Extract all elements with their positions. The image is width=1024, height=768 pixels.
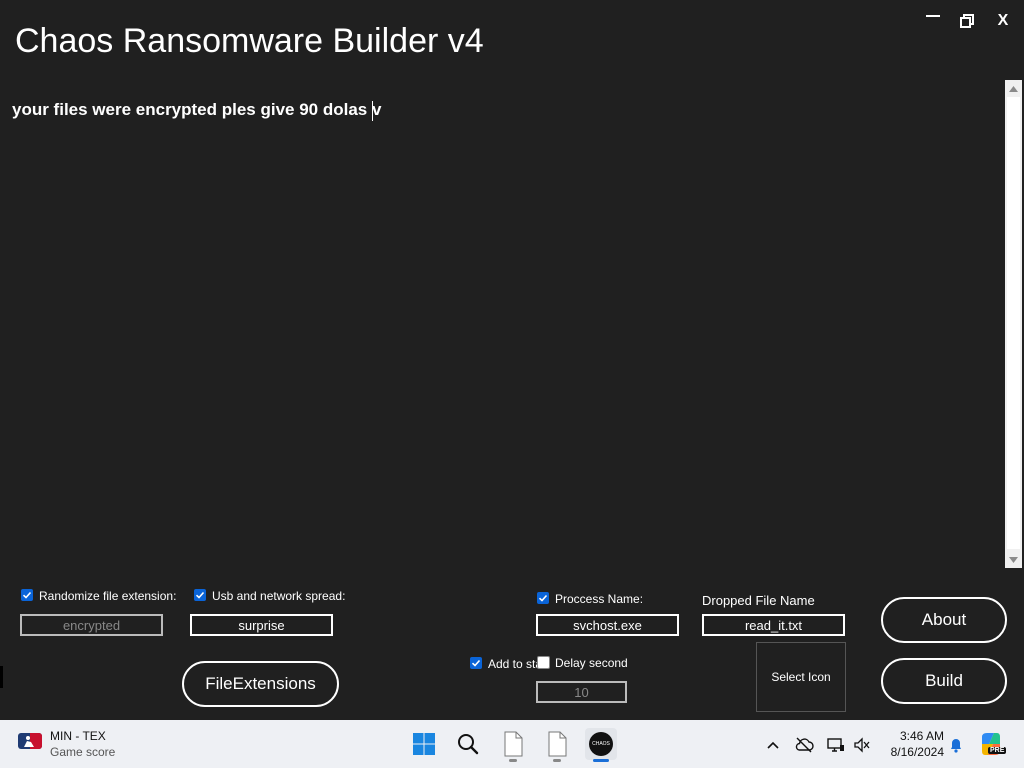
minimize-icon <box>926 15 940 17</box>
clock-time[interactable]: 3:46 AM <box>882 729 944 743</box>
delay-input[interactable]: 10 <box>536 681 627 703</box>
process-name-input[interactable]: svchost.exe <box>536 614 679 636</box>
process-name-checkbox[interactable] <box>537 592 549 604</box>
scroll-down-arrow-icon[interactable] <box>1005 551 1022 568</box>
checkmark-icon <box>22 591 32 599</box>
chevron-up-icon[interactable] <box>763 736 783 754</box>
delay-checkbox[interactable] <box>537 656 550 669</box>
ransom-note-textarea[interactable] <box>0 80 1004 568</box>
minimize-button[interactable] <box>918 8 948 34</box>
add-to-startup-checkbox[interactable] <box>470 657 482 669</box>
widget-subtitle: Game score <box>50 745 116 759</box>
scroll-up-arrow-icon[interactable] <box>1005 80 1022 97</box>
file-icon[interactable] <box>497 728 529 760</box>
select-icon-button[interactable]: Select Icon <box>756 642 846 712</box>
add-to-startup-label: Add to sta <box>488 657 543 671</box>
running-indicator <box>553 759 561 762</box>
restore-button[interactable] <box>952 8 982 34</box>
about-button[interactable]: About <box>881 597 1007 643</box>
chaos-app-badge: CHAOS <box>589 732 613 756</box>
file-icon[interactable] <box>541 728 573 760</box>
copilot-preview-badge: PRE <box>988 747 1007 754</box>
usb-spread-checkbox[interactable] <box>194 589 206 601</box>
process-name-label: Proccess Name: <box>555 592 644 606</box>
file-extensions-button[interactable]: FileExtensions <box>182 661 339 707</box>
checkmark-icon <box>471 659 481 667</box>
text-caret <box>372 101 373 121</box>
edge-artifact <box>0 666 3 688</box>
search-icon[interactable] <box>452 728 484 760</box>
ransom-note-text: your files were encrypted ples give 90 d… <box>12 100 382 119</box>
app-window: Chaos Ransomware Builder v4 X your files… <box>0 0 1024 720</box>
widget-title[interactable]: MIN - TEX <box>50 729 106 743</box>
copilot-icon[interactable]: PRE <box>978 731 1007 757</box>
running-indicator <box>509 759 517 762</box>
usb-spread-label: Usb and network spread: <box>212 589 346 603</box>
randomize-extension-label: Randomize file extension: <box>39 589 177 603</box>
checkmark-icon <box>195 591 205 599</box>
checkmark-icon <box>538 594 548 602</box>
display-icon[interactable] <box>826 736 846 754</box>
windows-start-icon[interactable] <box>408 728 440 760</box>
speaker-muted-icon[interactable] <box>852 736 872 754</box>
cloud-off-icon[interactable] <box>794 736 814 754</box>
usb-spread-input[interactable]: surprise <box>190 614 333 636</box>
close-button[interactable]: X <box>988 8 1018 34</box>
extension-input[interactable]: encrypted <box>20 614 163 636</box>
build-button[interactable]: Build <box>881 658 1007 704</box>
active-indicator <box>593 759 609 762</box>
delay-label: Delay second <box>555 656 628 670</box>
chaos-app-icon[interactable]: CHAOS <box>585 728 617 760</box>
scrollbar-thumb[interactable] <box>1007 97 1020 549</box>
randomize-extension-checkbox[interactable] <box>21 589 33 601</box>
restore-icon <box>960 14 974 28</box>
dropped-file-input[interactable]: read_it.txt <box>702 614 845 636</box>
dropped-file-label: Dropped File Name <box>702 593 815 608</box>
mlb-logo-icon[interactable] <box>18 733 42 749</box>
window-title: Chaos Ransomware Builder v4 <box>15 22 484 60</box>
note-scrollbar[interactable] <box>1005 80 1022 568</box>
bell-icon[interactable] <box>946 736 966 754</box>
clock-date[interactable]: 8/16/2024 <box>876 745 944 759</box>
